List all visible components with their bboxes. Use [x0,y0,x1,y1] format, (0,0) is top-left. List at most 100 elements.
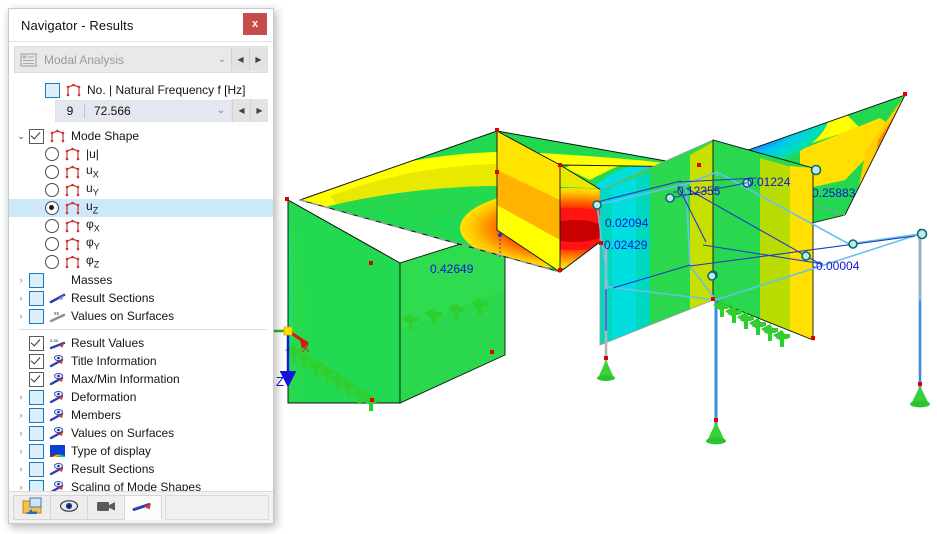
indent-spacer: › [29,150,45,159]
tree-row-type-of-display[interactable]: › Type of display [9,442,273,460]
indent-spacer: › [29,186,45,195]
svg-text:xx: xx [54,311,60,317]
analysis-prev-button[interactable]: ◀ [231,48,249,71]
tree-row-uz[interactable]: ›› uZ [9,199,273,217]
results-tree[interactable]: ⌄Mode Shape››|u|››uX››uY››uZ››φX››φY››φZ… [9,123,273,491]
tree-radio[interactable] [45,255,59,269]
chevron-right-icon[interactable]: › [13,428,29,438]
tree-row-title-information[interactable]: › Title Information [9,352,273,370]
analysis-next-button[interactable]: ▶ [249,48,267,71]
frequency-field[interactable]: 9 72.566 ⌄ [55,99,232,122]
camera-button[interactable] [87,495,125,520]
visibility-button[interactable] [50,495,88,520]
tree-radio[interactable] [45,165,59,179]
tree-checkbox[interactable] [29,479,44,491]
chevron-down-icon[interactable]: ⌄ [211,105,231,116]
frequency-value: 72.566 [94,103,131,118]
tree-radio[interactable] [45,147,59,161]
eye-pin-icon [49,372,66,386]
tree-row-result-sections[interactable]: › Result Sections [9,289,273,307]
tree-row-mode-shape[interactable]: ⌄ Mode Shape [9,127,273,145]
tree-row-y[interactable]: ›› φY [9,235,273,253]
expander-placeholder: › [13,357,29,366]
tree-row-deformation[interactable]: › Deformation [9,388,273,406]
open-results-button[interactable] [13,495,51,520]
eye-pin-icon [49,390,66,404]
frequency-next-button[interactable]: ▶ [250,99,268,122]
tree-checkbox[interactable] [29,389,44,405]
chevron-right-icon[interactable]: › [13,482,29,491]
chevron-right-icon[interactable]: › [13,410,29,420]
tree-checkbox[interactable] [29,335,44,351]
chevron-down-icon[interactable]: ⌄ [13,131,29,141]
expander-placeholder: › [13,186,29,195]
chevron-down-icon[interactable]: ⌄ [213,54,231,65]
tree-checkbox[interactable] [29,461,44,477]
tree-checkbox[interactable] [29,272,44,288]
tree-row-values-on-surfaces[interactable]: › Values on Surfaces [9,424,273,442]
no-icon [49,273,66,287]
tree-row-uy[interactable]: ›› uY [9,181,273,199]
tree-row-scaling-of-mode-shapes[interactable]: › Scaling of Mode Shapes [9,478,273,491]
tree-row-result-values[interactable]: › x.xx Result Values [9,334,273,352]
tree-radio[interactable] [45,183,59,197]
expander-placeholder: › [13,150,29,159]
tree-checkbox[interactable] [29,353,44,369]
tree-radio[interactable] [45,219,59,233]
tree-radio[interactable] [45,201,59,215]
tree-row-max-min-information[interactable]: › Max/Min Information [9,370,273,388]
frequency-checkbox[interactable] [45,82,60,98]
frame-icon [64,219,81,233]
mode-number-value: 9 [66,103,74,118]
close-icon[interactable]: x [243,13,267,35]
tree-row-x[interactable]: ›› φX [9,217,273,235]
indent-spacer: › [29,168,45,177]
tree-row-ux[interactable]: ›› uX [9,163,273,181]
tree-row-label: uZ [86,198,99,216]
frame-icon [64,201,81,215]
section-icon [49,291,66,305]
chevron-right-icon[interactable]: › [13,293,29,303]
chevron-right-icon[interactable]: › [13,464,29,474]
analysis-type-combo[interactable]: Modal Analysis ⌄ ◀ ▶ [14,46,268,73]
tree-checkbox[interactable] [29,371,44,387]
chevron-right-icon[interactable]: › [13,311,29,321]
tree-checkbox[interactable] [29,128,44,144]
tree-radio[interactable] [45,237,59,251]
result-sections-button[interactable] [124,495,162,520]
eye-pin-icon [49,354,66,368]
frequency-selector-row[interactable]: 9 72.566 ⌄ ◀ ▶ [55,99,268,122]
tree-row-z[interactable]: ›› φZ [9,253,273,271]
tree-row-masses[interactable]: › Masses [9,271,273,289]
tree-row-label: Max/Min Information [71,372,180,386]
frame-icon [64,165,81,179]
tree-checkbox[interactable] [29,407,44,423]
svg-text:x.xx: x.xx [50,338,59,343]
tree-row-u[interactable]: ›› |u| [9,145,273,163]
navigator-results-panel[interactable]: Navigator - Results x Modal Analysis ⌄ ◀… [8,8,274,524]
folder-arrow-icon [22,497,42,518]
tree-checkbox[interactable] [29,308,44,324]
panel-bottom-toolbar[interactable] [9,491,273,523]
tree-row-label: uY [86,180,99,198]
tree-checkbox[interactable] [29,425,44,441]
tree-row-result-sections[interactable]: › Result Sections [9,460,273,478]
panel-title: Navigator - Results [21,17,134,33]
indent-spacer: › [29,240,45,249]
indent-spacer: › [29,204,45,213]
expander-placeholder2: › [29,86,45,95]
chevron-right-icon[interactable]: › [13,275,29,285]
tree-checkbox[interactable] [29,290,44,306]
panel-titlebar[interactable]: Navigator - Results x [9,9,273,42]
tree-row-label: Result Sections [71,291,155,305]
frequency-header-row[interactable]: › › No. | Natural Frequency f [Hz] [9,81,273,99]
tree-row-members[interactable]: › Members [9,406,273,424]
chevron-right-icon[interactable]: › [13,446,29,456]
xxx-icon: x.xx [49,336,66,350]
frequency-prev-button[interactable]: ◀ [232,99,250,122]
tree-checkbox[interactable] [29,443,44,459]
chevron-right-icon[interactable]: › [13,392,29,402]
tree-row-values-on-surfaces[interactable]: › xx Values on Surfaces [9,307,273,325]
tree-row-label: Result Values [71,336,145,350]
tree-row-label: Masses [71,273,113,287]
